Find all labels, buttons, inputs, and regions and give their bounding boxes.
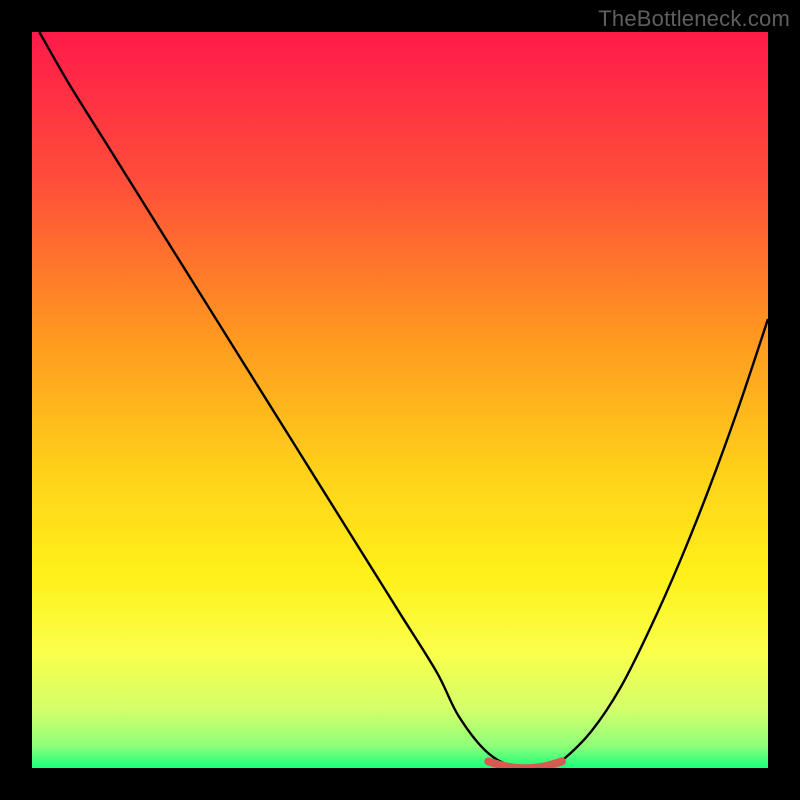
gradient-background	[32, 32, 768, 768]
bottleneck-chart	[32, 32, 768, 768]
plot-area	[32, 32, 768, 768]
chart-frame: TheBottleneck.com	[0, 0, 800, 800]
watermark-text: TheBottleneck.com	[598, 6, 790, 32]
